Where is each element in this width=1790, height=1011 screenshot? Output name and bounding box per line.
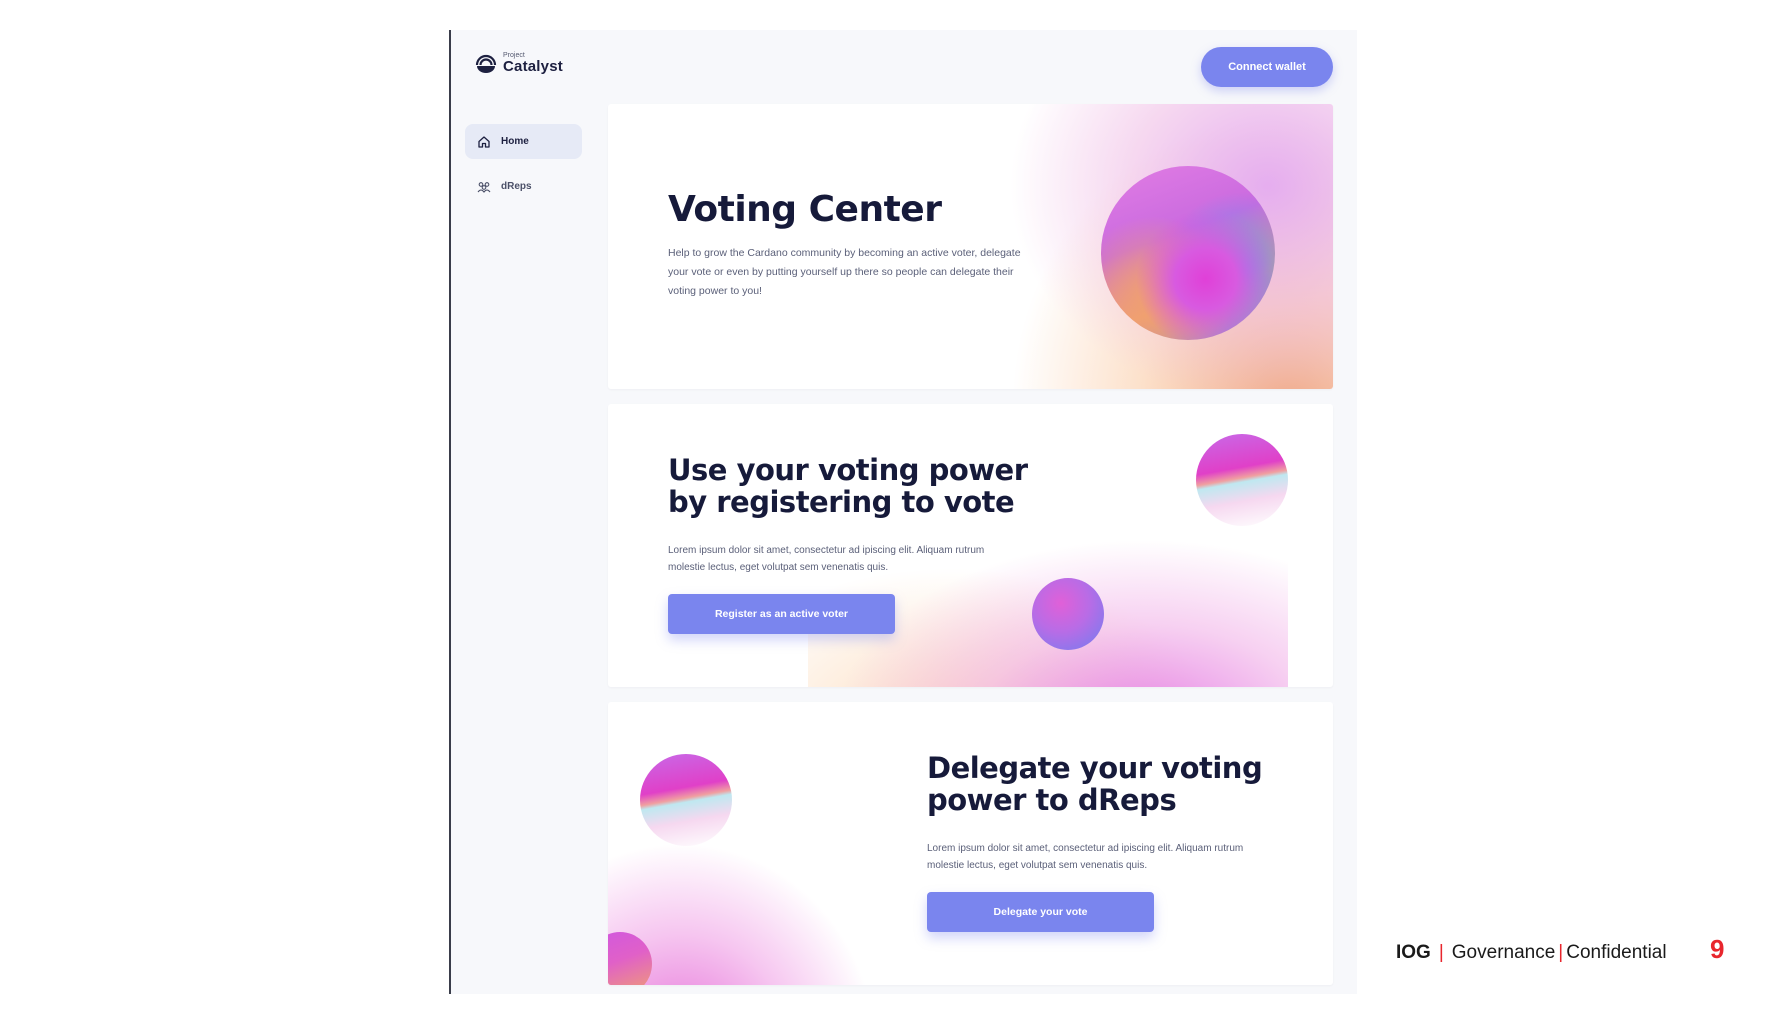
logo-name: Catalyst bbox=[503, 58, 563, 75]
register-description: Lorem ipsum dolor sit amet, consectetur … bbox=[668, 545, 985, 573]
delegate-card: Delegate your voting power to dReps Lore… bbox=[608, 702, 1333, 985]
footer-classification: Confidential bbox=[1566, 942, 1667, 963]
footer-divider: | bbox=[1438, 942, 1444, 963]
register-heading-line1: Use your voting power bbox=[668, 453, 1028, 487]
catalyst-logo-icon bbox=[475, 54, 497, 73]
catalyst-logo[interactable]: Project Catalyst bbox=[475, 52, 563, 74]
app-screenshot-frame: Project Catalyst Home dReps Connect wall… bbox=[451, 30, 1357, 994]
register-orb-small bbox=[1032, 578, 1104, 650]
register-orb-top bbox=[1196, 434, 1288, 526]
footer-brand-iog: IOG bbox=[1396, 942, 1431, 963]
register-card: Use your voting power by registering to … bbox=[608, 404, 1333, 687]
sidebar-item-dreps[interactable]: dReps bbox=[465, 169, 582, 204]
footer-divider-2: | bbox=[1558, 942, 1564, 963]
sidebar-item-label: dReps bbox=[501, 181, 532, 192]
delegate-description: Lorem ipsum dolor sit amet, consectetur … bbox=[927, 843, 1244, 871]
delegate-heading: Delegate your voting power to dReps bbox=[927, 751, 1263, 818]
register-heading: Use your voting power by registering to … bbox=[668, 454, 1028, 519]
hero-gradient-orb bbox=[1101, 166, 1275, 340]
register-heading-line2: by registering to vote bbox=[668, 485, 1015, 520]
footer-section: Governance bbox=[1451, 942, 1556, 963]
delegate-heading-line2: power to dReps bbox=[927, 783, 1177, 818]
slide-footer-brand: IOG | Governance | Confidential bbox=[1396, 942, 1667, 964]
sidebar-item-label: Home bbox=[501, 136, 529, 147]
home-icon bbox=[478, 135, 490, 148]
sidebar-nav: Home dReps bbox=[465, 124, 582, 214]
delegate-orb-top bbox=[640, 754, 732, 846]
people-icon bbox=[477, 181, 491, 193]
register-voter-button[interactable]: Register as an active voter bbox=[668, 594, 895, 634]
delegate-vote-button[interactable]: Delegate your vote bbox=[927, 892, 1154, 932]
slide-page-number: 9 bbox=[1710, 934, 1725, 964]
page-title: Voting Center bbox=[668, 189, 942, 230]
hero-description: Help to grow the Cardano community by be… bbox=[668, 247, 1021, 297]
voting-center-card: Voting Center Help to grow the Cardano c… bbox=[608, 104, 1333, 389]
delegate-heading-line1: Delegate your voting bbox=[927, 751, 1263, 785]
sidebar-item-home[interactable]: Home bbox=[465, 124, 582, 159]
connect-wallet-button[interactable]: Connect wallet bbox=[1201, 47, 1333, 87]
